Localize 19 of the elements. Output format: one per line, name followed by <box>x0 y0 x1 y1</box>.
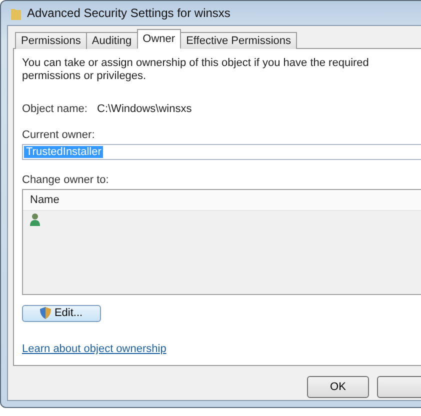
shield-icon <box>40 307 52 320</box>
tab[interactable]: Auditing <box>86 32 138 49</box>
owner-list[interactable]: Name <box>22 189 421 295</box>
field-label: Change owner to: <box>22 174 110 186</box>
window-title: Advanced Security Settings for winsxs <box>27 6 230 20</box>
ok-button[interactable]: OK <box>307 376 369 398</box>
dialog-button[interactable] <box>377 376 421 398</box>
edit-button[interactable]: Edit... <box>22 304 101 322</box>
tab[interactable]: Permissions <box>15 32 87 49</box>
field-label: Object name: <box>22 103 88 115</box>
column-header[interactable]: Name <box>23 190 421 212</box>
tab[interactable]: Effective Permissions <box>180 32 298 49</box>
tab[interactable]: Owner <box>136 29 182 49</box>
object-name-value: C:\Windows\winsxs <box>97 103 192 115</box>
field-label: Current owner: <box>22 129 96 141</box>
user-icon <box>30 212 40 226</box>
intro-text: You can take or assign ownership of this object if you have the required permissions or privileges. <box>22 57 370 83</box>
folder-icon <box>11 6 21 20</box>
ownership-link[interactable]: Learn about object ownership <box>22 343 166 355</box>
